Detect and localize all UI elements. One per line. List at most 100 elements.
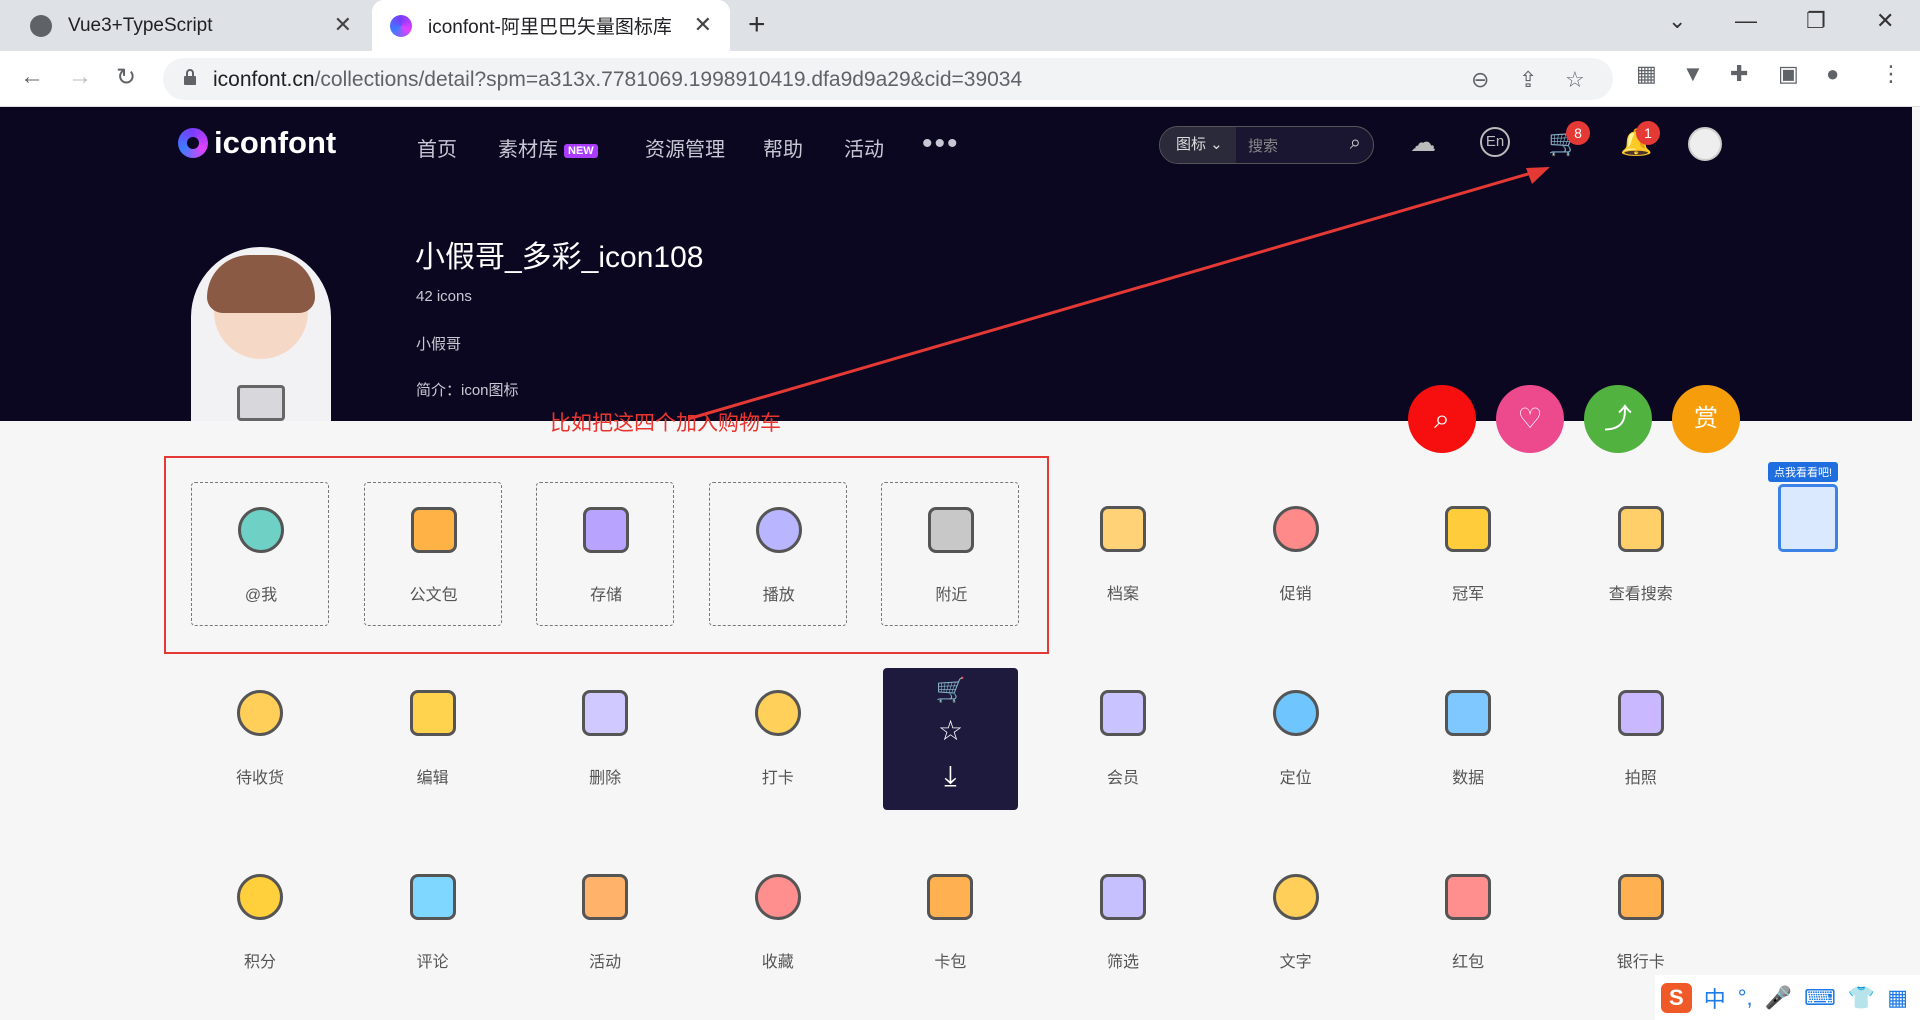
icon-label: 积分 xyxy=(243,954,276,971)
profile-icon[interactable]: ● xyxy=(1826,61,1839,87)
icon-card[interactable]: 定位 xyxy=(1227,666,1365,810)
icon-card[interactable]: 打卡 xyxy=(709,666,847,810)
more-dots-icon[interactable]: ••• xyxy=(922,127,960,161)
icon-card[interactable]: 促销 xyxy=(1227,482,1365,626)
share-icon: ⤴ xyxy=(1603,403,1632,434)
icon-card[interactable]: 活动 xyxy=(536,850,674,994)
icon-card[interactable]: 档案 xyxy=(1054,482,1192,626)
icon-card[interactable]: 附近 xyxy=(881,482,1020,626)
url-bar[interactable]: iconfont.cn/collections/detail?spm=a313x… xyxy=(163,58,1613,100)
icon-card[interactable]: 积分 xyxy=(191,850,329,994)
bookmark-star-icon[interactable]: ☆ xyxy=(1565,67,1585,93)
grid-icon[interactable]: ▦ xyxy=(1887,985,1908,1011)
back-icon[interactable]: ← xyxy=(20,63,44,91)
icon-label: 收藏 xyxy=(761,954,794,971)
nav-assets[interactable]: 素材库 NEW xyxy=(498,133,598,162)
icon-card[interactable]: 编辑 xyxy=(364,666,502,810)
tab-iconfont[interactable]: iconfont-阿里巴巴矢量图标库 ✕ xyxy=(372,0,730,51)
sogou-logo-icon[interactable]: S xyxy=(1661,982,1692,1013)
menu-kebab-icon[interactable]: ⋮ xyxy=(1880,61,1902,87)
favorite-icon xyxy=(754,874,801,920)
icon-label: 数据 xyxy=(1452,770,1485,787)
icon-card[interactable]: 待收货 xyxy=(191,666,329,810)
close-window-icon[interactable]: ✕ xyxy=(1876,8,1894,34)
icon-label: 筛选 xyxy=(1106,954,1139,971)
icon-card[interactable]: 数据 xyxy=(1399,666,1537,810)
tab-search-icon[interactable]: ⌄ xyxy=(1668,8,1686,34)
extensions-puzzle-icon[interactable]: ✚ xyxy=(1730,61,1748,87)
icon-card[interactable]: 评论 xyxy=(364,850,502,994)
icon-card[interactable]: 卡包 xyxy=(881,850,1019,994)
collection-author[interactable]: 小假哥 xyxy=(416,333,461,354)
page-content: iconfont 首页 素材库 NEW 资源管理 帮助 活动 ••• 图标 ⌄ 搜… xyxy=(0,107,1920,1020)
nav-home[interactable]: 首页 xyxy=(417,133,457,162)
site-logo[interactable]: iconfont xyxy=(178,125,336,161)
extension-grid-icon[interactable]: ▦ xyxy=(1636,61,1657,87)
icon-label: 红包 xyxy=(1452,954,1485,971)
keyboard-icon[interactable]: ⌨ xyxy=(1804,985,1836,1011)
mic-icon[interactable]: 🎤 xyxy=(1765,985,1792,1011)
clipboard-helper[interactable]: 点我看看吧! xyxy=(1768,462,1848,557)
tab-vue3[interactable]: Vue3+TypeScript ✕ xyxy=(0,0,370,51)
activity-icon xyxy=(582,874,629,920)
comment-icon xyxy=(409,874,456,920)
wallet-icon xyxy=(927,874,974,920)
icon-card[interactable]: 红包 xyxy=(1399,850,1537,994)
upload-cloud-icon[interactable]: ☁ xyxy=(1410,127,1436,158)
search-icon[interactable]: ⌕ xyxy=(1350,132,1361,155)
search-input[interactable]: 搜索 xyxy=(1248,135,1278,156)
icon-card[interactable]: 会员 xyxy=(1054,666,1192,810)
icon-card[interactable]: 筛选 xyxy=(1054,850,1192,994)
bankcard-icon xyxy=(1617,874,1664,920)
icon-card[interactable]: 收藏 xyxy=(709,850,847,994)
collect-star-icon[interactable]: ☆ xyxy=(883,714,1018,747)
icon-label: 播放 xyxy=(762,587,795,604)
favorite-action-button[interactable]: ♡ xyxy=(1496,385,1564,453)
icon-card[interactable]: 播放 xyxy=(708,482,847,626)
icon-card[interactable]: 文字 xyxy=(1227,850,1365,994)
side-panel-icon[interactable]: ▣ xyxy=(1778,61,1799,87)
user-avatar[interactable] xyxy=(1688,127,1722,161)
download-icon[interactable]: ⤓ xyxy=(883,760,1018,793)
clipboard-icon xyxy=(1778,484,1838,552)
icon-card[interactable]: 查看搜索 xyxy=(1572,482,1710,626)
reward-action-button[interactable]: 赏 xyxy=(1672,385,1740,453)
icon-label: 打卡 xyxy=(761,770,794,787)
icon-card[interactable]: 银行卡 xyxy=(1572,850,1710,994)
member-icon xyxy=(1100,690,1146,736)
icon-label: 档案 xyxy=(1106,586,1139,603)
annotation-text: 比如把这四个加入购物车 xyxy=(550,412,781,435)
filter-icon xyxy=(1100,874,1146,920)
icon-label: 存储 xyxy=(590,587,623,604)
icon-label: 评论 xyxy=(416,954,449,971)
globe-icon xyxy=(30,14,52,37)
minimize-icon[interactable]: — xyxy=(1735,8,1757,34)
ime-mode[interactable]: 中 xyxy=(1704,982,1726,1014)
icon-card[interactable]: 拍照 xyxy=(1572,666,1710,810)
share-page-icon[interactable]: ⇪ xyxy=(1519,67,1537,93)
share-action-button[interactable]: ⤴ xyxy=(1584,385,1652,453)
lock-icon xyxy=(184,69,196,85)
icon-card[interactable]: 存储 xyxy=(536,482,675,626)
new-tab-icon[interactable]: + xyxy=(748,8,766,42)
close-tab-icon[interactable]: ✕ xyxy=(334,12,352,38)
punct-icon[interactable]: °, xyxy=(1738,985,1753,1011)
icon-card[interactable]: 公文包 xyxy=(363,482,502,626)
forward-icon[interactable]: → xyxy=(68,63,92,91)
icon-card[interactable]: @我 xyxy=(191,482,329,626)
skin-icon[interactable]: 👕 xyxy=(1848,985,1875,1011)
vue-devtools-icon[interactable]: ▼ xyxy=(1682,61,1704,87)
play-icon xyxy=(755,507,802,553)
zoom-icon[interactable]: ⊖ xyxy=(1471,67,1489,93)
restore-icon[interactable]: ❐ xyxy=(1806,8,1826,34)
language-en-icon[interactable]: En xyxy=(1480,127,1510,157)
search-action-button[interactable]: ⌕ xyxy=(1408,385,1476,453)
reload-icon[interactable]: ↻ xyxy=(116,63,136,92)
add-to-cart-icon[interactable]: 🛒 xyxy=(883,676,1018,705)
close-tab-icon[interactable]: ✕ xyxy=(694,12,712,38)
icon-card[interactable]: 冠军 xyxy=(1399,482,1537,626)
icon-label: 卡包 xyxy=(934,954,967,971)
icon-card[interactable]: 删除 xyxy=(536,666,674,810)
trash-icon xyxy=(582,690,629,736)
points-icon xyxy=(237,874,283,920)
